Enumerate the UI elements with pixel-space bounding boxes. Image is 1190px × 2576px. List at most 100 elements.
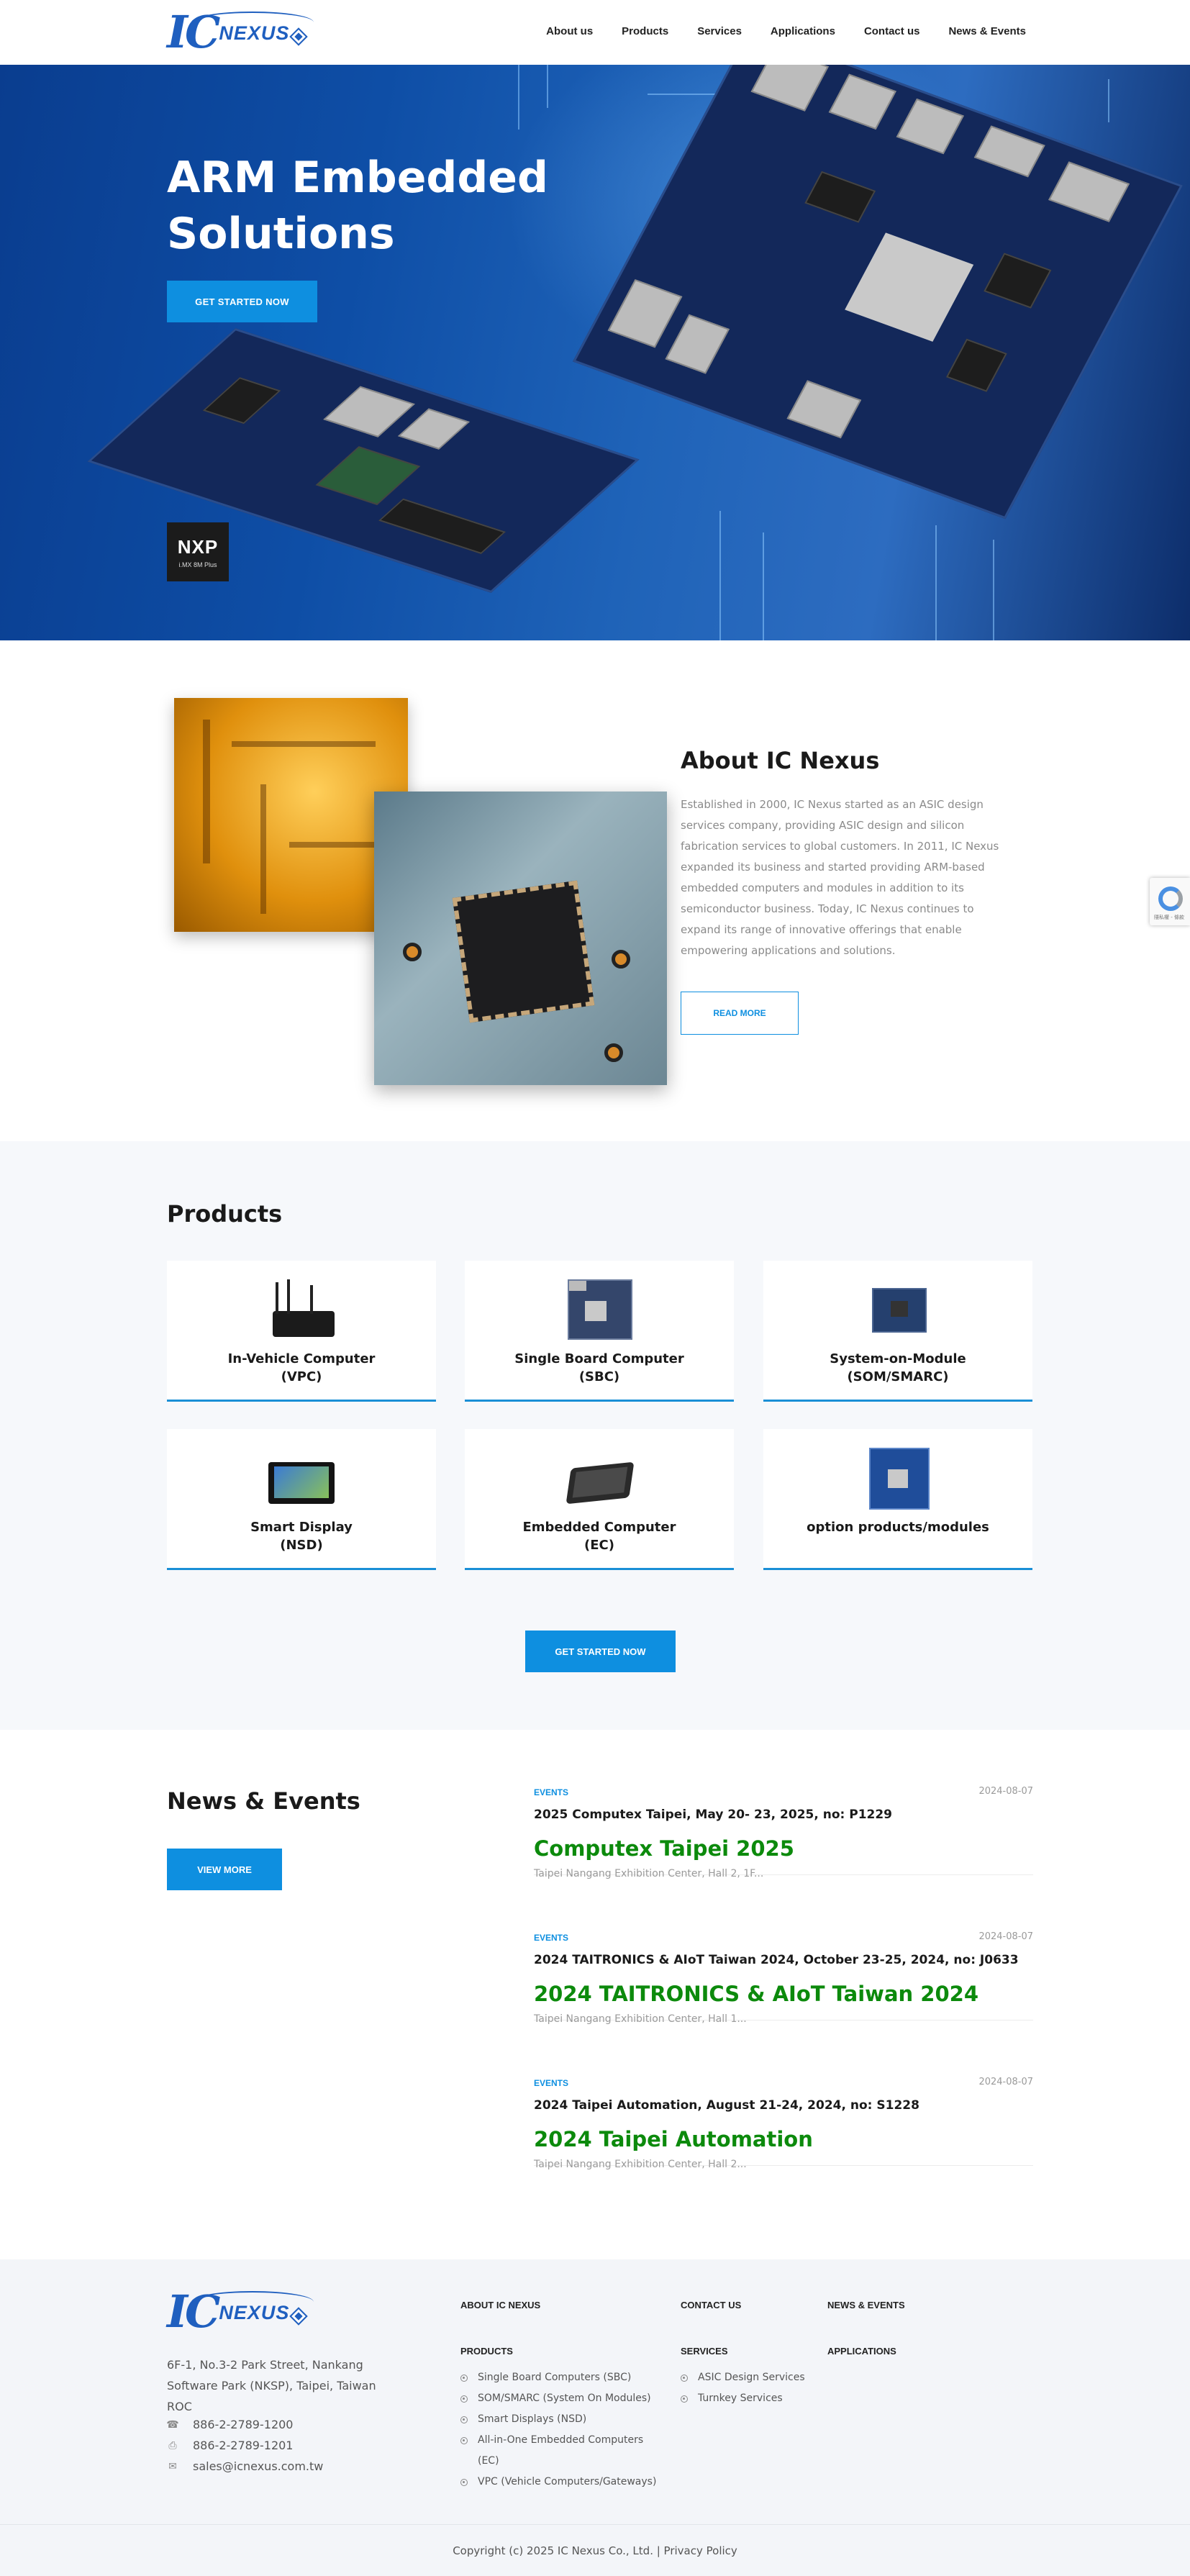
product-card-ec[interactable]: Embedded Computer (EC)	[465, 1429, 734, 1570]
nav-applications[interactable]: Applications	[771, 25, 835, 37]
mail-icon: ✉	[168, 2460, 177, 2472]
product-label: Embedded Computer (EC)	[522, 1520, 676, 1553]
circuit-trace	[935, 525, 937, 640]
news-section: News & Events VIEW MORE EVENTS 2024-08-0…	[0, 1730, 1190, 2259]
footer-link-products[interactable]: PRODUCTS	[460, 2346, 513, 2357]
circuit-trace	[1108, 79, 1109, 122]
circuit-trace	[719, 511, 721, 640]
footer-product-link[interactable]: VPC (Vehicle Computers/Gateways)	[460, 2472, 662, 2493]
news-category: EVENTS	[534, 2078, 569, 2088]
view-more-button[interactable]: VIEW MORE	[167, 1849, 282, 1890]
board-icon	[563, 1279, 635, 1341]
nav-about-us[interactable]: About us	[546, 25, 593, 37]
news-date: 2024-08-07	[978, 1786, 1033, 1797]
phone-icon: ☎	[166, 2418, 179, 2431]
hero-banner: ARM Embedded Solutions GET STARTED NOW N…	[0, 65, 1190, 640]
bullet-icon	[460, 2437, 468, 2444]
nxp-logo-text: NXP	[177, 535, 219, 558]
hero-get-started-button[interactable]: GET STARTED NOW	[167, 281, 317, 322]
nav-news-events[interactable]: News & Events	[948, 25, 1026, 37]
footer-service-link[interactable]: Turnkey Services	[681, 2388, 825, 2409]
tablet-icon	[563, 1448, 635, 1510]
about-title: About IC Nexus	[681, 747, 880, 774]
news-category: EVENTS	[534, 1933, 569, 1943]
footer-link-about[interactable]: ABOUT IC NEXUS	[460, 2300, 540, 2310]
footer-product-link[interactable]: SOM/SMARC (System On Modules)	[460, 2388, 662, 2409]
footer-product-link[interactable]: Smart Displays (NSD)	[460, 2409, 662, 2430]
about-description: Established in 2000, IC Nexus started as…	[681, 798, 999, 957]
recaptcha-badge[interactable]: 隱私權 - 條款	[1150, 878, 1190, 925]
footer-logo[interactable]: IC NEXUS	[167, 2290, 314, 2334]
bullet-icon	[460, 2375, 468, 2382]
board-port	[973, 125, 1045, 178]
footer-divider	[0, 2524, 1190, 2525]
nxp-badge: NXP i.MX 8M Plus	[167, 522, 229, 581]
image-trace	[260, 784, 266, 914]
board-port	[828, 73, 896, 130]
pcb-icon	[862, 1448, 934, 1510]
news-item[interactable]: EVENTS 2024-08-07 2025 Computex Taipei, …	[534, 1730, 1033, 1879]
pcb-pad	[612, 950, 630, 969]
hero-title: ARM Embedded Solutions	[167, 153, 548, 259]
gold-circuit-image	[174, 698, 408, 932]
news-headline[interactable]: Computex Taipei 2025	[534, 1836, 794, 1861]
products-title: Products	[167, 1200, 283, 1228]
main-nav: About us Products Services Applications …	[546, 25, 1026, 37]
product-card-nsd[interactable]: Smart Display (NSD)	[167, 1429, 436, 1570]
nav-products[interactable]: Products	[622, 25, 668, 37]
news-item[interactable]: EVENTS 2024-08-07 2024 TAITRONICS & AIoT…	[534, 1875, 1033, 2025]
nav-contact-us[interactable]: Contact us	[864, 25, 920, 37]
product-card-sbc[interactable]: Single Board Computer (SBC)	[465, 1261, 734, 1402]
module-icon	[862, 1279, 934, 1341]
footer-link-services[interactable]: SERVICES	[681, 2346, 728, 2357]
circuit-trace	[763, 532, 764, 640]
footer-product-link[interactable]: Single Board Computers (SBC)	[460, 2367, 662, 2388]
news-headline[interactable]: 2024 Taipei Automation	[534, 2127, 813, 2151]
footer-email[interactable]: ✉ sales@icnexus.com.tw	[167, 2459, 323, 2473]
link-text: ASIC Design Services	[698, 2372, 805, 2383]
nav-services[interactable]: Services	[697, 25, 742, 37]
soc-chip	[315, 446, 421, 505]
read-more-button[interactable]: READ MORE	[681, 992, 799, 1035]
bullet-icon	[460, 2395, 468, 2403]
copyright-text[interactable]: Copyright (c) 2025 IC Nexus Co., Ltd. | …	[0, 2544, 1190, 2557]
footer-address: 6F-1, No.3-2 Park Street, Nankang Softwa…	[167, 2358, 376, 2413]
product-card-vpc[interactable]: In-Vehicle Computer (VPC)	[167, 1261, 436, 1402]
news-headline[interactable]: 2024 TAITRONICS & AIoT Taiwan 2024	[534, 1982, 978, 2006]
memory-chip	[945, 338, 1007, 392]
site-footer: IC NEXUS 6F-1, No.3-2 Park Street, Nanka…	[0, 2259, 1190, 2576]
product-label: In-Vehicle Computer (VPC)	[227, 1351, 376, 1384]
products-get-started-button[interactable]: GET STARTED NOW	[525, 1631, 676, 1672]
footer-service-link[interactable]: ASIC Design Services	[681, 2367, 825, 2388]
news-item[interactable]: EVENTS 2024-08-07 2024 Taipei Automation…	[534, 2021, 1033, 2170]
recaptcha-text: 隱私權 - 條款	[1154, 915, 1184, 920]
news-location: Taipei Nangang Exhibition Center, Hall 2…	[534, 2159, 747, 2170]
product-card-som[interactable]: System-on-Module (SOM/SMARC)	[763, 1261, 1032, 1402]
news-subtitle: 2025 Computex Taipei, May 20- 23, 2025, …	[534, 1808, 893, 1822]
board-port	[786, 380, 862, 439]
link-text: Turnkey Services	[698, 2393, 783, 2404]
product-card-options[interactable]: option products/modules	[763, 1429, 1032, 1570]
connector-strip	[378, 498, 507, 554]
ic-nexus-logo[interactable]: IC NEXUS	[167, 10, 314, 55]
news-subtitle: 2024 Taipei Automation, August 21-24, 20…	[534, 2098, 919, 2113]
product-label: System-on-Module (SOM/SMARC)	[830, 1351, 966, 1384]
footer-phone[interactable]: ☎ 886-2-2789-1200	[166, 2418, 293, 2431]
product-label: Smart Display (NSD)	[250, 1520, 353, 1553]
board-port	[1048, 161, 1130, 222]
link-text: Single Board Computers (SBC)	[478, 2372, 632, 2383]
circuit-trace	[518, 65, 519, 130]
footer-link-contact[interactable]: CONTACT US	[681, 2300, 741, 2310]
news-date: 2024-08-07	[978, 2077, 1033, 2087]
memory-chip	[984, 253, 1052, 309]
board-port	[397, 408, 470, 450]
image-trace	[232, 741, 376, 747]
footer-link-applications[interactable]: APPLICATIONS	[827, 2346, 896, 2357]
board-port	[896, 98, 964, 155]
logo-arc	[191, 12, 314, 33]
news-subtitle: 2024 TAITRONICS & AIoT Taiwan 2024, Octo…	[534, 1953, 1019, 1967]
footer-product-link[interactable]: All-in-One Embedded Computers (EC)	[460, 2430, 662, 2472]
router-icon	[265, 1279, 337, 1341]
footer-link-news[interactable]: NEWS & EVENTS	[827, 2300, 905, 2310]
products-section: Products In-Vehicle Computer (VPC) Singl…	[0, 1141, 1190, 1730]
